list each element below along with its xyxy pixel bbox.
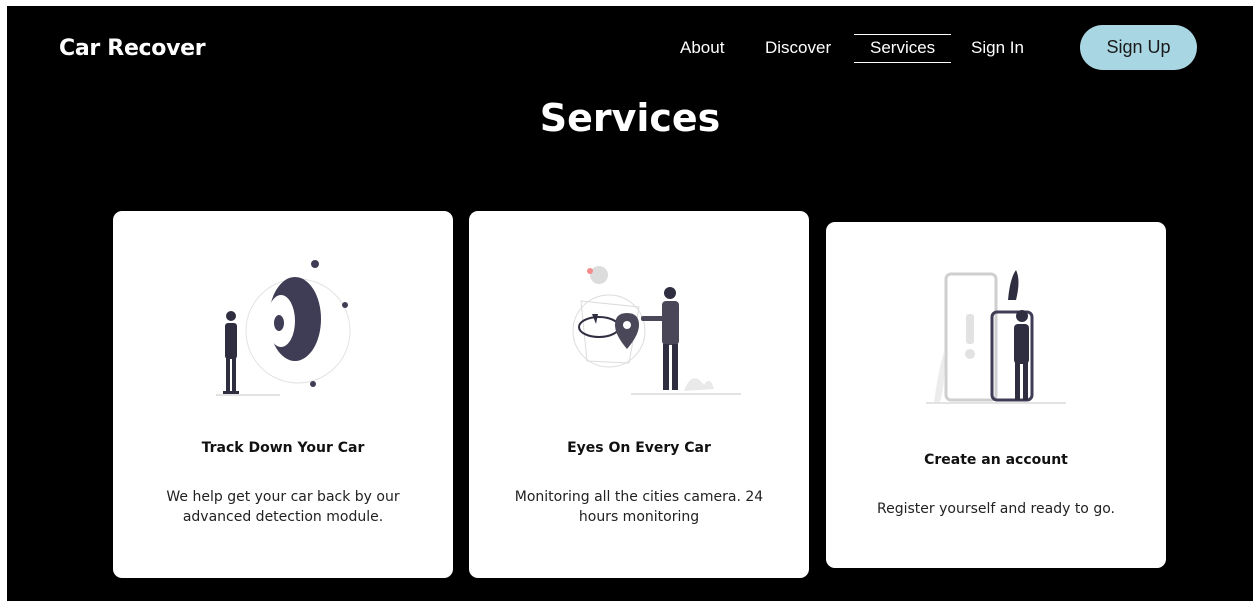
phone-signup-person-illustration (926, 270, 1066, 404)
page-title: Services (539, 96, 721, 140)
service-card-description: Register yourself and ready to go. (877, 501, 1115, 517)
service-card-title: Eyes On Every Car (567, 440, 711, 456)
service-card-account[interactable]: Create an account Register yourself and … (826, 222, 1166, 568)
page: Car Recover About Discover Services Sign… (7, 6, 1253, 601)
service-card-title: Track Down Your Car (201, 440, 365, 456)
map-pin-person-illustration (572, 266, 741, 395)
signup-button[interactable]: Sign Up (1080, 25, 1197, 70)
service-card-description: Monitoring all the cities camera. 24 hou… (514, 489, 764, 525)
nav-about-link[interactable]: About (680, 38, 724, 58)
top-nav: About Discover Services Sign In (7, 34, 1253, 68)
camera-lens-person-illustration (216, 260, 351, 396)
nav-services-link[interactable]: Services (854, 34, 952, 63)
nav-signin-link[interactable]: Sign In (971, 38, 1024, 58)
service-card-eyes[interactable]: Eyes On Every Car Monitoring all the cit… (469, 211, 809, 578)
nav-discover-link[interactable]: Discover (765, 38, 831, 58)
service-card-track[interactable]: Track Down Your Car We help get your car… (113, 211, 453, 578)
service-card-description: We help get your car back by our advance… (166, 489, 400, 525)
service-card-title: Create an account (924, 452, 1068, 468)
